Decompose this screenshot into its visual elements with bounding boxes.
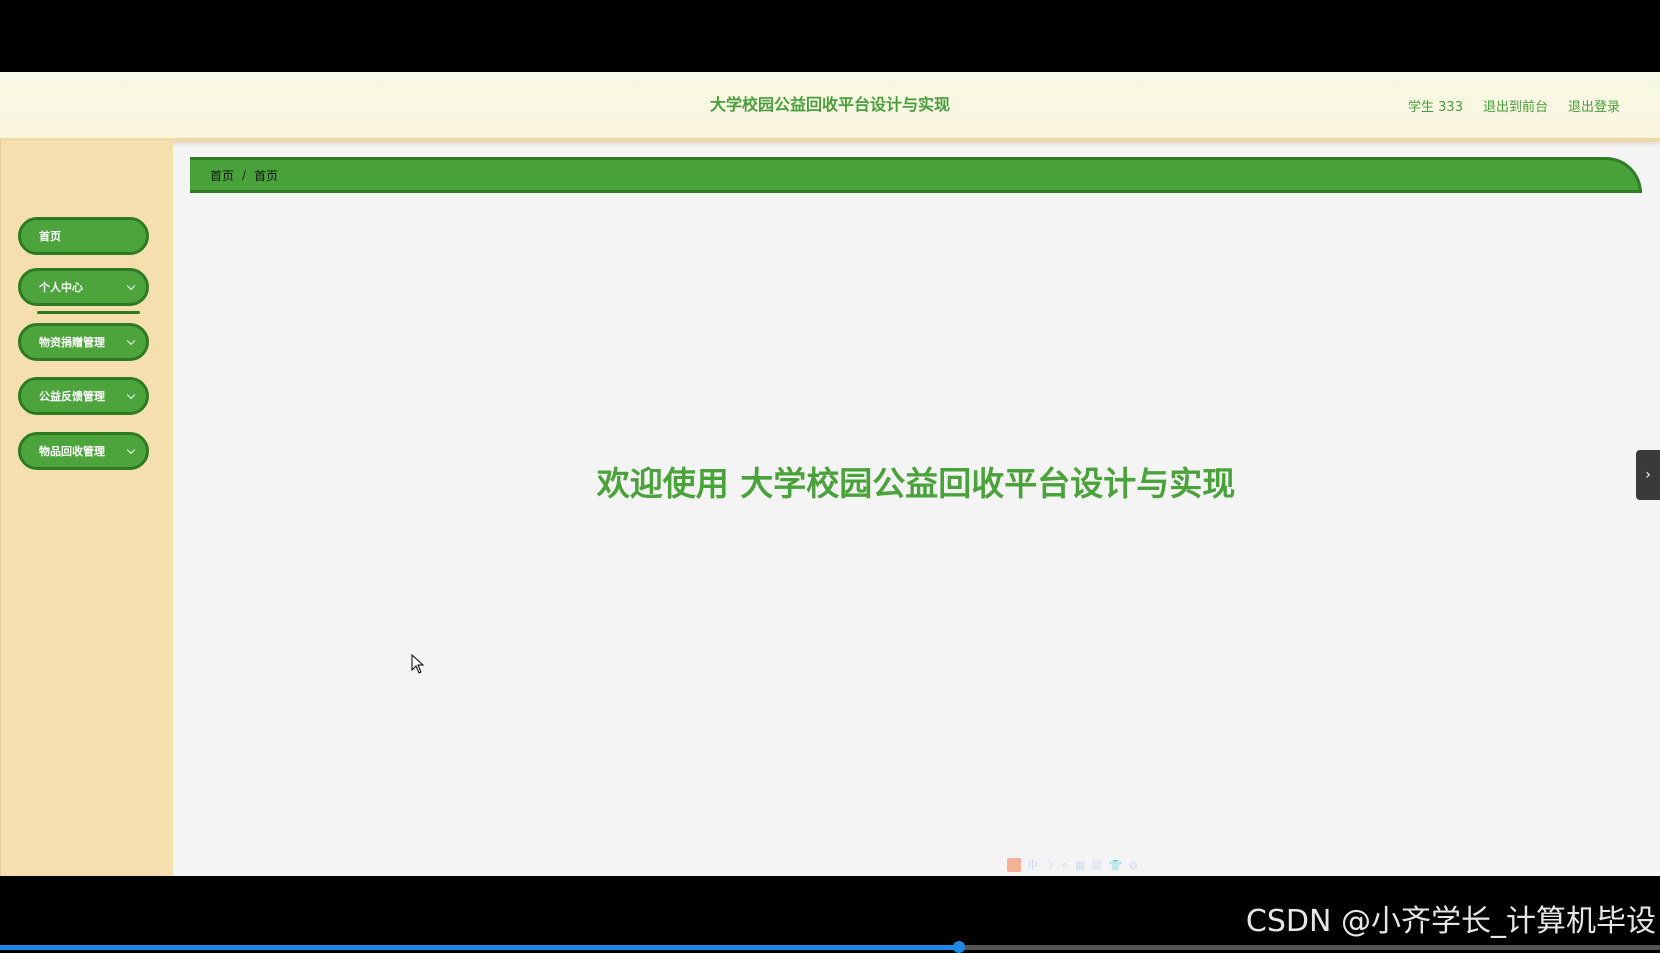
chevron-right-icon[interactable]: › bbox=[1636, 450, 1660, 500]
sidebar: 首页 个人中心 物资捐赠管理 公益反馈管理 物品回收管理 bbox=[0, 141, 173, 876]
sidebar-item-label: 公益反馈管理 bbox=[39, 390, 105, 403]
current-user-link[interactable]: 学生 333 bbox=[1408, 96, 1463, 115]
chevron-down-icon bbox=[126, 390, 136, 400]
breadcrumb-current: 首页 bbox=[254, 168, 279, 183]
breadcrumb-root[interactable]: 首页 bbox=[210, 167, 234, 184]
exit-to-front-link[interactable]: 退出到前台 bbox=[1483, 96, 1548, 115]
sidebar-item-personal-center[interactable]: 个人中心 bbox=[18, 268, 149, 306]
watermark: CSDN @小齐学长_计算机毕设 bbox=[1245, 904, 1656, 939]
video-progress-handle[interactable] bbox=[953, 941, 966, 953]
sidebar-item-label: 物品回收管理 bbox=[39, 445, 105, 458]
sidebar-item-feedback-management[interactable]: 公益反馈管理 bbox=[18, 377, 149, 415]
video-frame: 大学校园公益回收平台设计与实现 学生 333 退出到前台 退出登录 首页 个人中… bbox=[0, 0, 1660, 953]
sidebar-item-donation-management[interactable]: 物资捐赠管理 bbox=[18, 323, 149, 361]
header-actions: 学生 333 退出到前台 退出登录 bbox=[1408, 72, 1620, 138]
ime-logo-icon bbox=[1007, 858, 1021, 872]
chevron-down-icon bbox=[126, 336, 136, 346]
chevron-down-icon bbox=[126, 445, 136, 455]
active-indicator bbox=[37, 311, 140, 314]
welcome-heading: 欢迎使用 大学校园公益回收平台设计与实现 bbox=[596, 464, 1236, 503]
video-progress-fill bbox=[0, 945, 960, 950]
app-window: 大学校园公益回收平台设计与实现 学生 333 退出到前台 退出登录 首页 个人中… bbox=[0, 72, 1660, 876]
ime-settings-icon: ⚙ bbox=[1128, 858, 1139, 872]
sidebar-item-recycling-management[interactable]: 物品回收管理 bbox=[18, 432, 149, 470]
logout-link[interactable]: 退出登录 bbox=[1568, 96, 1620, 115]
ime-punctuation-icon: ⚬ bbox=[1059, 858, 1070, 872]
ime-simplified-icon: 简 bbox=[1091, 859, 1103, 872]
sidebar-item-label: 物资捐赠管理 bbox=[39, 336, 105, 349]
chevron-down-icon bbox=[126, 281, 136, 291]
video-progress-bar[interactable] bbox=[0, 941, 1660, 953]
ime-skin-icon: 👕 bbox=[1108, 858, 1123, 872]
sidebar-item-home[interactable]: 首页 bbox=[18, 217, 149, 255]
breadcrumb-separator: / bbox=[242, 168, 247, 182]
sidebar-item-label: 首页 bbox=[39, 230, 61, 243]
top-header: 大学校园公益回收平台设计与实现 学生 333 退出到前台 退出登录 bbox=[0, 72, 1660, 141]
breadcrumb: 首页 / 首页 bbox=[190, 157, 1642, 193]
ime-chinese-icon: 中 bbox=[1027, 859, 1038, 872]
ime-keyboard-icon: ▦ bbox=[1075, 858, 1086, 872]
ime-moon-icon: ☽ bbox=[1044, 858, 1054, 872]
ime-toolbar: 中 ☽ ⚬ ▦ 简 👕 ⚙ bbox=[1007, 856, 1138, 874]
sidebar-item-label: 个人中心 bbox=[39, 281, 83, 294]
